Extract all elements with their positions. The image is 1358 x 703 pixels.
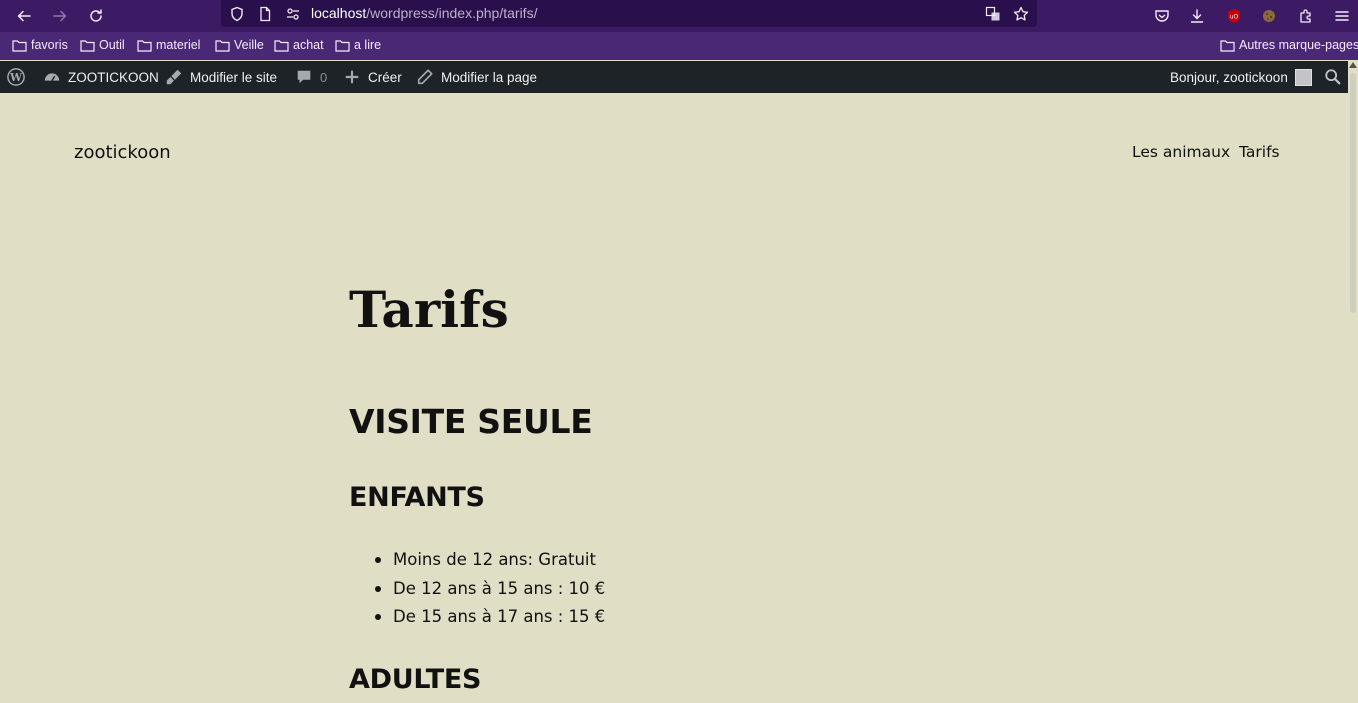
list-item: Moins de 12 ans: Gratuit bbox=[372, 550, 596, 569]
bookmark-label: Outil bbox=[99, 38, 125, 52]
scroll-thumb[interactable] bbox=[1350, 73, 1356, 313]
bookmark-label: achat bbox=[293, 38, 324, 52]
url-text[interactable]: localhost/wordpress/index.php/tarifs/ bbox=[311, 5, 537, 21]
wordpress-icon: W bbox=[7, 68, 25, 86]
browser-toolbar: localhost/wordpress/index.php/tarifs/ uO bbox=[0, 0, 1358, 32]
folder-icon bbox=[335, 39, 350, 52]
edit-site-label: Modifier le site bbox=[190, 69, 278, 85]
hamburger-icon bbox=[1335, 11, 1349, 21]
page-scrollbar[interactable] bbox=[1348, 61, 1358, 703]
cookie-icon bbox=[1263, 10, 1275, 22]
bookmark-folder[interactable]: a lire bbox=[335, 38, 381, 52]
greeting-label: Bonjour, zootickoon bbox=[1170, 69, 1288, 85]
pocket-button[interactable] bbox=[1148, 2, 1176, 30]
bullet bbox=[375, 613, 381, 620]
pencil-icon bbox=[417, 69, 433, 85]
create-label: Créer bbox=[368, 69, 402, 85]
edit-site-link[interactable]: Modifier le site bbox=[165, 61, 277, 93]
reload-button[interactable] bbox=[82, 2, 110, 30]
bookmark-folder[interactable]: materiel bbox=[137, 38, 200, 52]
bookmark-label: materiel bbox=[156, 38, 201, 52]
edit-page-link[interactable]: Modifier la page bbox=[416, 61, 537, 93]
search-icon bbox=[1325, 69, 1341, 85]
bullet bbox=[375, 556, 381, 563]
reload-icon bbox=[90, 9, 102, 22]
bookmarks-bar: favoris Outil materiel Veille achat a li… bbox=[0, 32, 1358, 60]
list-item: De 15 ans à 17 ans : 15 € bbox=[372, 607, 605, 626]
downloads-button[interactable] bbox=[1183, 2, 1211, 30]
pocket-icon bbox=[1155, 10, 1169, 22]
menu-button[interactable] bbox=[1328, 2, 1356, 30]
avatar bbox=[1294, 68, 1312, 86]
folder-icon bbox=[215, 39, 230, 52]
comments-count: 0 bbox=[320, 69, 328, 85]
bookmark-label: favoris bbox=[31, 38, 68, 52]
dashboard-icon bbox=[44, 73, 60, 81]
ublock-button[interactable]: uO bbox=[1220, 2, 1248, 30]
page-icon[interactable] bbox=[256, 5, 274, 23]
puzzle-icon bbox=[1300, 9, 1311, 23]
folder-icon bbox=[274, 39, 289, 52]
back-button[interactable] bbox=[10, 2, 38, 30]
svg-text:W: W bbox=[9, 71, 23, 84]
arrow-right-icon bbox=[53, 10, 67, 22]
search-button[interactable] bbox=[1324, 61, 1342, 93]
comment-icon bbox=[297, 70, 311, 84]
list-item: De 12 ans à 15 ans : 10 € bbox=[372, 579, 605, 598]
heading-enfants: ENFANTS bbox=[349, 482, 485, 513]
heading-adultes: ADULTES bbox=[349, 664, 482, 695]
permissions-icon[interactable] bbox=[284, 5, 302, 23]
bookmark-star-icon[interactable] bbox=[1012, 5, 1030, 23]
nav-item-tarifs[interactable]: Tarifs bbox=[1239, 143, 1280, 161]
arrow-left-icon bbox=[17, 10, 31, 22]
bullet bbox=[375, 585, 381, 592]
extensions-button[interactable] bbox=[1292, 2, 1320, 30]
page-title: Tarifs bbox=[349, 280, 509, 339]
site-name: ZOOTICKOON bbox=[68, 69, 159, 85]
bookmark-folder[interactable]: achat bbox=[274, 38, 324, 52]
account-menu[interactable]: Bonjour, zootickoon bbox=[1170, 61, 1312, 93]
brush-icon bbox=[166, 69, 182, 85]
scroll-up-arrow[interactable] bbox=[1349, 62, 1357, 68]
forward-button[interactable] bbox=[46, 2, 74, 30]
bookmark-label: Veille bbox=[234, 38, 264, 52]
bookmark-folder[interactable]: Outil bbox=[80, 38, 125, 52]
bookmark-folder[interactable]: Veille bbox=[215, 38, 264, 52]
svg-text:uO: uO bbox=[1230, 14, 1239, 21]
bookmark-label: a lire bbox=[354, 38, 382, 52]
other-bookmarks-folder[interactable]: Autres marque-pages bbox=[1220, 38, 1358, 52]
site-name-menu[interactable]: ZOOTICKOON bbox=[43, 61, 159, 93]
section-heading-visite-seule: VISITE SEULE bbox=[349, 402, 593, 441]
new-content-menu[interactable]: Créer bbox=[343, 61, 402, 93]
folder-icon bbox=[1220, 39, 1235, 52]
price-text: De 15 ans à 17 ans : 15 € bbox=[393, 607, 606, 626]
site-title[interactable]: zootickoon bbox=[74, 142, 171, 163]
extension-button[interactable] bbox=[1255, 2, 1283, 30]
wp-admin-bar: W ZOOTICKOON Modifier le site 0 Créer Mo… bbox=[0, 61, 1358, 93]
price-text: Moins de 12 ans: Gratuit bbox=[393, 550, 596, 569]
price-text: De 12 ans à 15 ans : 10 € bbox=[393, 579, 606, 598]
wp-logo-menu[interactable]: W bbox=[7, 61, 25, 93]
other-bookmarks-label: Autres marque-pages bbox=[1239, 38, 1358, 52]
nav-item-les-animaux[interactable]: Les animaux bbox=[1132, 143, 1230, 161]
url-path: /wordpress/index.php/tarifs/ bbox=[366, 5, 538, 21]
shield-icon[interactable] bbox=[228, 5, 246, 23]
edit-page-label: Modifier la page bbox=[441, 69, 538, 85]
comments-link[interactable]: 0 bbox=[295, 61, 327, 93]
translate-icon[interactable] bbox=[984, 5, 1002, 23]
plus-icon bbox=[345, 70, 359, 84]
download-icon bbox=[1190, 9, 1204, 23]
folder-icon bbox=[12, 39, 27, 52]
url-host: localhost bbox=[311, 5, 367, 21]
ublock-icon: uO bbox=[1228, 9, 1240, 23]
folder-icon bbox=[80, 39, 95, 52]
bookmark-folder[interactable]: favoris bbox=[12, 38, 68, 52]
folder-icon bbox=[137, 39, 152, 52]
